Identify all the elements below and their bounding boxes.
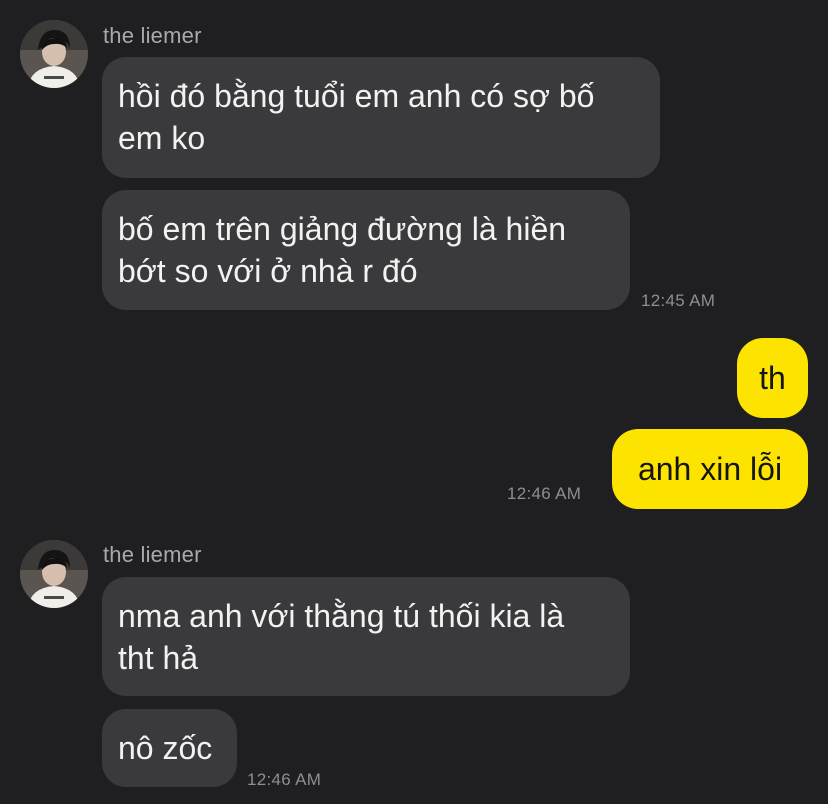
- chat-thread: the liemer hồi đó bằng tuổi em anh có sợ…: [0, 0, 828, 804]
- message-timestamp: 12:45 AM: [641, 291, 716, 310]
- message-bubble-outgoing[interactable]: th: [737, 338, 808, 418]
- message-bubble[interactable]: hồi đó bằng tuổi em anh có sợ bố em ko: [102, 57, 660, 178]
- message-bubble[interactable]: bố em trên giảng đường là hiền bớt so vớ…: [102, 190, 630, 310]
- sender-name: the liemer: [103, 542, 202, 567]
- message-timestamp: 12:46 AM: [507, 484, 582, 503]
- message-timestamp: 12:46 AM: [247, 770, 322, 789]
- message-bubble-outgoing[interactable]: anh xin lỗi: [612, 429, 808, 509]
- avatar[interactable]: [20, 540, 88, 608]
- message-bubble[interactable]: nô zốc: [102, 709, 237, 787]
- message-bubble[interactable]: nma anh với thằng tú thối kia là tht hả: [102, 577, 630, 696]
- sender-name: the liemer: [103, 23, 202, 48]
- avatar[interactable]: [20, 20, 88, 88]
